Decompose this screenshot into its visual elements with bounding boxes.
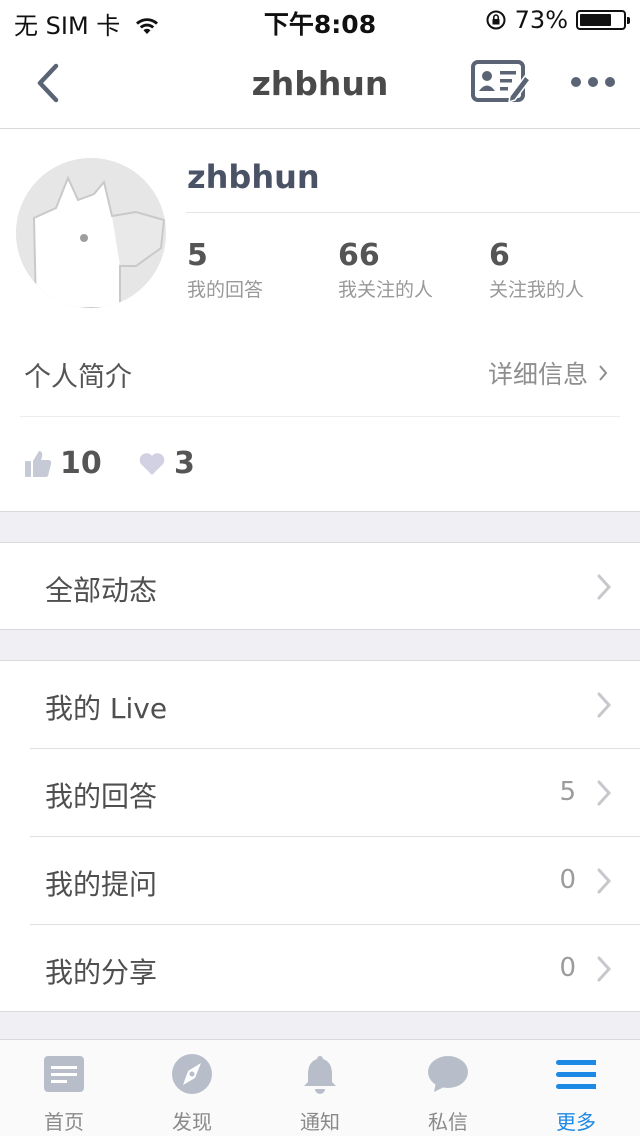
thanks-value: 3 xyxy=(174,446,195,481)
battery-icon xyxy=(576,10,630,30)
stat-answers[interactable]: 5 我的回答 xyxy=(187,238,263,302)
rotation-lock-icon xyxy=(486,10,506,30)
chat-bubble-icon xyxy=(428,1056,468,1092)
stat-value: 66 xyxy=(338,238,380,273)
my-shares-row[interactable]: 我的分享 0 xyxy=(0,925,640,1011)
menu-lines-icon xyxy=(556,1060,596,1089)
row-count: 0 xyxy=(559,953,576,983)
more-dots-icon xyxy=(571,77,615,87)
all-activity-row[interactable]: 全部动态 xyxy=(0,543,640,629)
likes-count: 10 xyxy=(24,446,102,481)
row-label: 我的提问 xyxy=(45,868,158,901)
tab-more[interactable]: 更多 xyxy=(512,1040,640,1136)
stat-label: 我的回答 xyxy=(187,279,264,301)
tab-messages[interactable]: 私信 xyxy=(384,1040,512,1136)
section-separator xyxy=(0,629,640,661)
row-label: 我的 Live xyxy=(45,692,168,725)
row-label: 我的分享 xyxy=(45,956,158,989)
thumbs-up-icon xyxy=(25,450,52,477)
battery-percent: 73% xyxy=(514,6,568,34)
chevron-right-icon xyxy=(597,956,612,982)
home-feed-icon xyxy=(44,1056,84,1092)
my-questions-row[interactable]: 我的提问 0 xyxy=(0,837,640,925)
stat-following[interactable]: 66 我关注的人 xyxy=(338,238,433,302)
page-title: zhbhun xyxy=(251,64,389,103)
chevron-right-icon xyxy=(599,365,608,381)
tab-home[interactable]: 首页 xyxy=(0,1040,128,1136)
details-link[interactable]: 详细信息 xyxy=(488,355,608,391)
divider xyxy=(20,416,620,417)
compass-icon xyxy=(172,1054,212,1094)
details-link-label: 详细信息 xyxy=(487,360,588,389)
stat-label: 关注我的人 xyxy=(489,279,585,301)
default-avatar-illustration xyxy=(16,158,166,308)
divider xyxy=(186,212,640,213)
row-count: 0 xyxy=(559,865,576,895)
stat-value: 5 xyxy=(187,238,208,273)
chevron-right-icon xyxy=(597,868,612,894)
tab-label: 通知 xyxy=(300,1110,340,1134)
chevron-right-icon xyxy=(597,692,612,718)
more-button[interactable] xyxy=(568,70,618,94)
tab-bar: 首页 发现 通知 私信 更多 xyxy=(0,1040,640,1136)
bell-icon xyxy=(304,1056,336,1094)
chevron-right-icon xyxy=(597,574,612,600)
stat-value: 6 xyxy=(489,238,510,273)
tab-notifications[interactable]: 通知 xyxy=(256,1040,384,1136)
thanks-count: 3 xyxy=(138,446,195,481)
tab-label: 私信 xyxy=(428,1110,468,1134)
status-bar: 无 SIM 卡 下午8:08 73% xyxy=(0,0,640,40)
edit-profile-card-button[interactable] xyxy=(470,58,532,108)
row-count: 5 xyxy=(559,777,576,807)
tab-label: 发现 xyxy=(172,1110,212,1134)
row-label: 我的回答 xyxy=(45,780,158,813)
avatar[interactable] xyxy=(16,158,166,308)
battery-fill xyxy=(580,14,611,26)
heart-icon xyxy=(139,452,165,475)
row-label: 全部动态 xyxy=(45,574,158,607)
tab-label: 更多 xyxy=(556,1110,596,1134)
navigation-bar: zhbhun xyxy=(0,40,640,129)
my-answers-row[interactable]: 我的回答 5 xyxy=(0,749,640,837)
section-separator xyxy=(0,1011,640,1040)
chevron-right-icon xyxy=(597,780,612,806)
profile-name: zhbhun xyxy=(187,158,320,196)
stat-followers[interactable]: 6 关注我的人 xyxy=(489,238,584,302)
stat-label: 我关注的人 xyxy=(338,279,434,301)
status-right: 73% xyxy=(485,6,630,34)
tab-label: 首页 xyxy=(44,1110,84,1134)
likes-value: 10 xyxy=(60,446,102,481)
section-separator xyxy=(0,511,640,543)
tab-discover[interactable]: 发现 xyxy=(128,1040,256,1136)
bio-label: 个人简介 xyxy=(24,362,132,393)
profile-card-edit-icon xyxy=(471,60,532,104)
my-live-row[interactable]: 我的 Live xyxy=(0,661,640,749)
